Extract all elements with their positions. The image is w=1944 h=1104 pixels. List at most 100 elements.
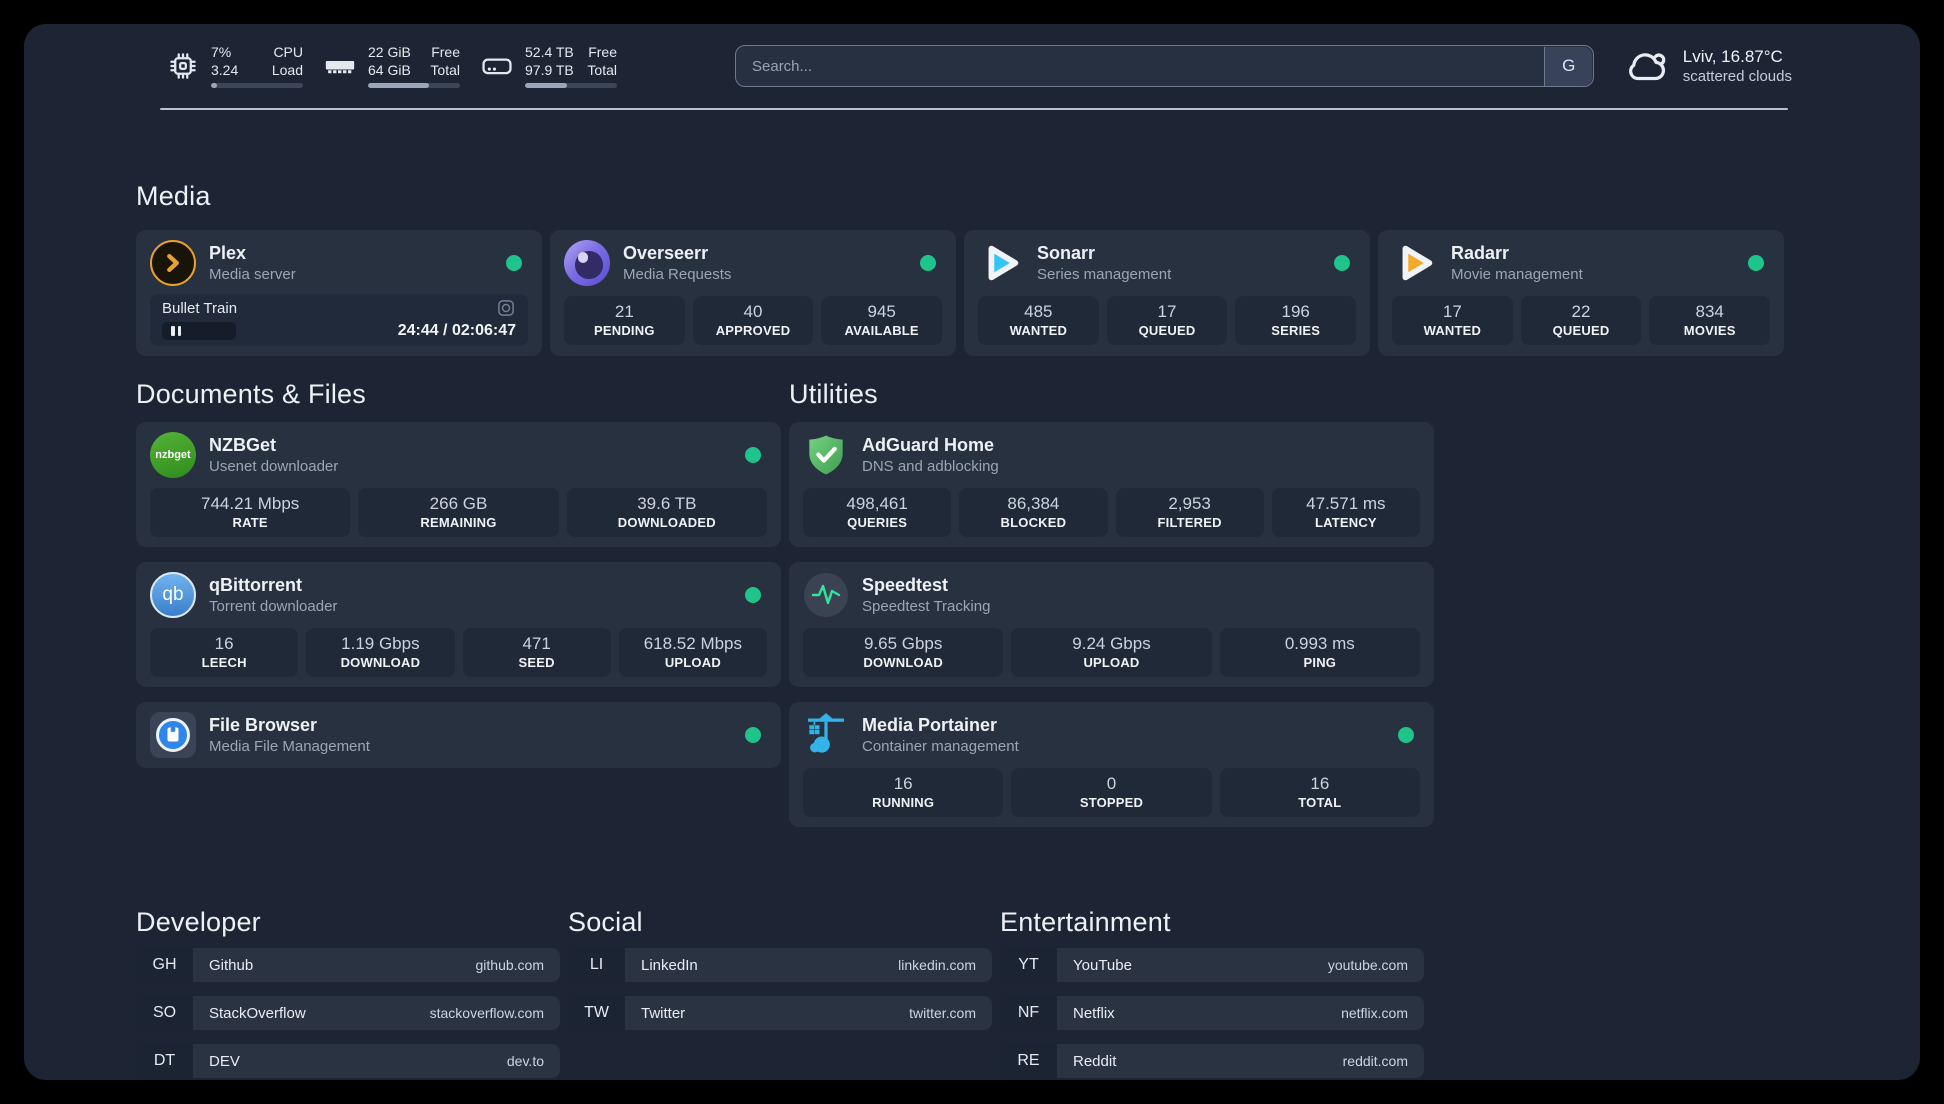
app-desc: Usenet downloader <box>209 458 339 475</box>
media-view-icon[interactable] <box>496 298 516 318</box>
section-utilities: Utilities AdGuard Home DNS and adblockin… <box>789 378 1434 842</box>
card-plex[interactable]: Plex Media server Bullet Train 24:44 / 0… <box>136 230 542 356</box>
stat-ping: 0.993 ms PING <box>1219 628 1420 677</box>
memory-progress-bar <box>368 83 460 88</box>
section-title-social: Social <box>568 907 643 937</box>
status-dot <box>1398 727 1414 743</box>
sonarr-icon <box>978 240 1024 286</box>
card-overseerr[interactable]: Overseerr Media Requests 21 PENDING 40 A… <box>550 230 956 356</box>
stat-wanted: 17 WANTED <box>1392 296 1513 345</box>
app-desc: DNS and adblocking <box>862 458 999 475</box>
card-sonarr[interactable]: Sonarr Series management 485 WANTED 17 Q… <box>964 230 1370 356</box>
now-playing-title: Bullet Train <box>162 299 238 317</box>
disk-progress-bar <box>525 83 617 88</box>
stat-series: 196 SERIES <box>1235 296 1357 345</box>
bookmark-linkedin[interactable]: LI LinkedIn linkedin.com <box>568 948 992 982</box>
status-dot <box>745 727 761 743</box>
nzbget-icon: nzbget <box>150 432 196 478</box>
bookmark-youtube[interactable]: YT YouTube youtube.com <box>1000 948 1424 982</box>
stat-seed: 471 SEED <box>462 628 611 677</box>
adguard-icon <box>803 432 849 478</box>
app-desc: Media Requests <box>623 266 732 283</box>
pause-indicator <box>162 322 236 340</box>
plex-icon <box>150 240 196 286</box>
app-name: Plex <box>209 243 247 263</box>
cpu-icon <box>164 47 202 85</box>
stat-pending: 21 PENDING <box>564 296 685 345</box>
search-bar: G <box>735 45 1594 87</box>
search-input[interactable] <box>735 45 1594 87</box>
header-divider <box>160 108 1788 110</box>
media-grid: Plex Media server Bullet Train 24:44 / 0… <box>136 230 1784 356</box>
status-dot <box>745 587 761 603</box>
stat-blocked: 86,384 BLOCKED <box>959 488 1108 537</box>
bookmark-reddit[interactable]: RE Reddit reddit.com <box>1000 1044 1424 1078</box>
stat-upload: 618.52 Mbps UPLOAD <box>618 628 767 677</box>
header: 7% 3.24 CPU Load 22 GiB 64 GiB Free Tota… <box>24 24 1920 90</box>
stat-download: 1.19 Gbps DOWNLOAD <box>306 628 455 677</box>
speedtest-icon <box>803 572 849 618</box>
plex-now-playing: Bullet Train 24:44 / 02:06:47 <box>150 294 528 346</box>
stat-queued: 22 QUEUED <box>1520 296 1642 345</box>
bookmark-github[interactable]: GH Github github.com <box>136 948 560 982</box>
status-dot <box>1334 255 1350 271</box>
bookmark-group-social: Social LI LinkedIn linkedin.com TW Twitt… <box>568 906 992 1080</box>
stat-queued: 17 QUEUED <box>1106 296 1228 345</box>
app-name: Overseerr <box>623 243 709 263</box>
bookmark-group-developer: Developer GH Github github.com SO StackO… <box>136 906 560 1080</box>
radarr-icon <box>1392 240 1438 286</box>
app-desc: Media File Management <box>209 738 370 755</box>
memory-widget: 22 GiB 64 GiB Free Total <box>321 44 460 88</box>
bookmark-netflix[interactable]: NF Netflix netflix.com <box>1000 996 1424 1030</box>
memory-values: 22 GiB 64 GiB <box>368 44 411 78</box>
stat-available: 945 AVAILABLE <box>821 296 943 345</box>
dashboard: 7% 3.24 CPU Load 22 GiB 64 GiB Free Tota… <box>24 24 1920 1080</box>
bookmark-dev[interactable]: DT DEV dev.to <box>136 1044 560 1078</box>
card-adguard[interactable]: AdGuard Home DNS and adblocking 498,461 … <box>789 422 1434 547</box>
overseerr-icon <box>564 240 610 286</box>
bookmark-group-entertainment: Entertainment YT YouTube youtube.com NF … <box>1000 906 1424 1080</box>
stat-movies: 834 MOVIES <box>1649 296 1771 345</box>
stat-upload: 9.24 Gbps UPLOAD <box>1011 628 1212 677</box>
cpu-progress-bar <box>211 83 303 88</box>
filebrowser-icon <box>150 712 196 758</box>
cloud-icon <box>1628 53 1666 81</box>
app-name: qBittorrent <box>209 575 302 595</box>
search-provider-button[interactable]: G <box>1544 46 1593 86</box>
disk-labels: Free Total <box>587 44 617 78</box>
card-qbittorrent[interactable]: qb qBittorrent Torrent downloader 16 LEE… <box>136 562 781 687</box>
stat-filtered: 2,953 FILTERED <box>1115 488 1264 537</box>
card-nzbget[interactable]: nzbget NZBGet Usenet downloader 744.21 M… <box>136 422 781 547</box>
disk-values: 52.4 TB 97.9 TB <box>525 44 574 78</box>
stat-remaining: 266 GB REMAINING <box>358 488 559 537</box>
stat-latency: 47.571 ms LATENCY <box>1271 488 1420 537</box>
stat-stopped: 0 STOPPED <box>1011 768 1212 817</box>
card-filebrowser[interactable]: File Browser Media File Management <box>136 702 781 768</box>
stat-running: 16 RUNNING <box>803 768 1004 817</box>
app-name: NZBGet <box>209 435 276 455</box>
app-name: Radarr <box>1451 243 1510 263</box>
section-title-utilities: Utilities <box>789 379 878 409</box>
status-dot <box>745 447 761 463</box>
bookmark-twitter[interactable]: TW Twitter twitter.com <box>568 996 992 1030</box>
bookmark-stackoverflow[interactable]: SO StackOverflow stackoverflow.com <box>136 996 560 1030</box>
app-desc: Media server <box>209 266 296 283</box>
memory-icon <box>321 47 359 85</box>
app-name: Sonarr <box>1037 243 1096 263</box>
card-speedtest[interactable]: Speedtest Speedtest Tracking 9.65 Gbps D… <box>789 562 1434 687</box>
card-portainer[interactable]: Media Portainer Container management 16 … <box>789 702 1434 827</box>
stat-queries: 498,461 QUERIES <box>803 488 952 537</box>
weather-condition: scattered clouds <box>1682 68 1792 85</box>
stat-download: 9.65 Gbps DOWNLOAD <box>803 628 1004 677</box>
card-radarr[interactable]: Radarr Movie management 17 WANTED 22 QUE… <box>1378 230 1784 356</box>
stat-approved: 40 APPROVED <box>692 296 814 345</box>
app-desc: Movie management <box>1451 266 1583 283</box>
disk-widget: 52.4 TB 97.9 TB Free Total <box>478 44 617 88</box>
weather-location-temp: Lviv, 16.87°C <box>1682 47 1783 66</box>
section-title-documents: Documents & Files <box>136 379 366 409</box>
stat-downloaded: 39.6 TB DOWNLOADED <box>566 488 767 537</box>
status-dot <box>1748 255 1764 271</box>
stat-total: 16 TOTAL <box>1219 768 1420 817</box>
app-name: AdGuard Home <box>862 435 995 455</box>
status-dot <box>506 255 522 271</box>
